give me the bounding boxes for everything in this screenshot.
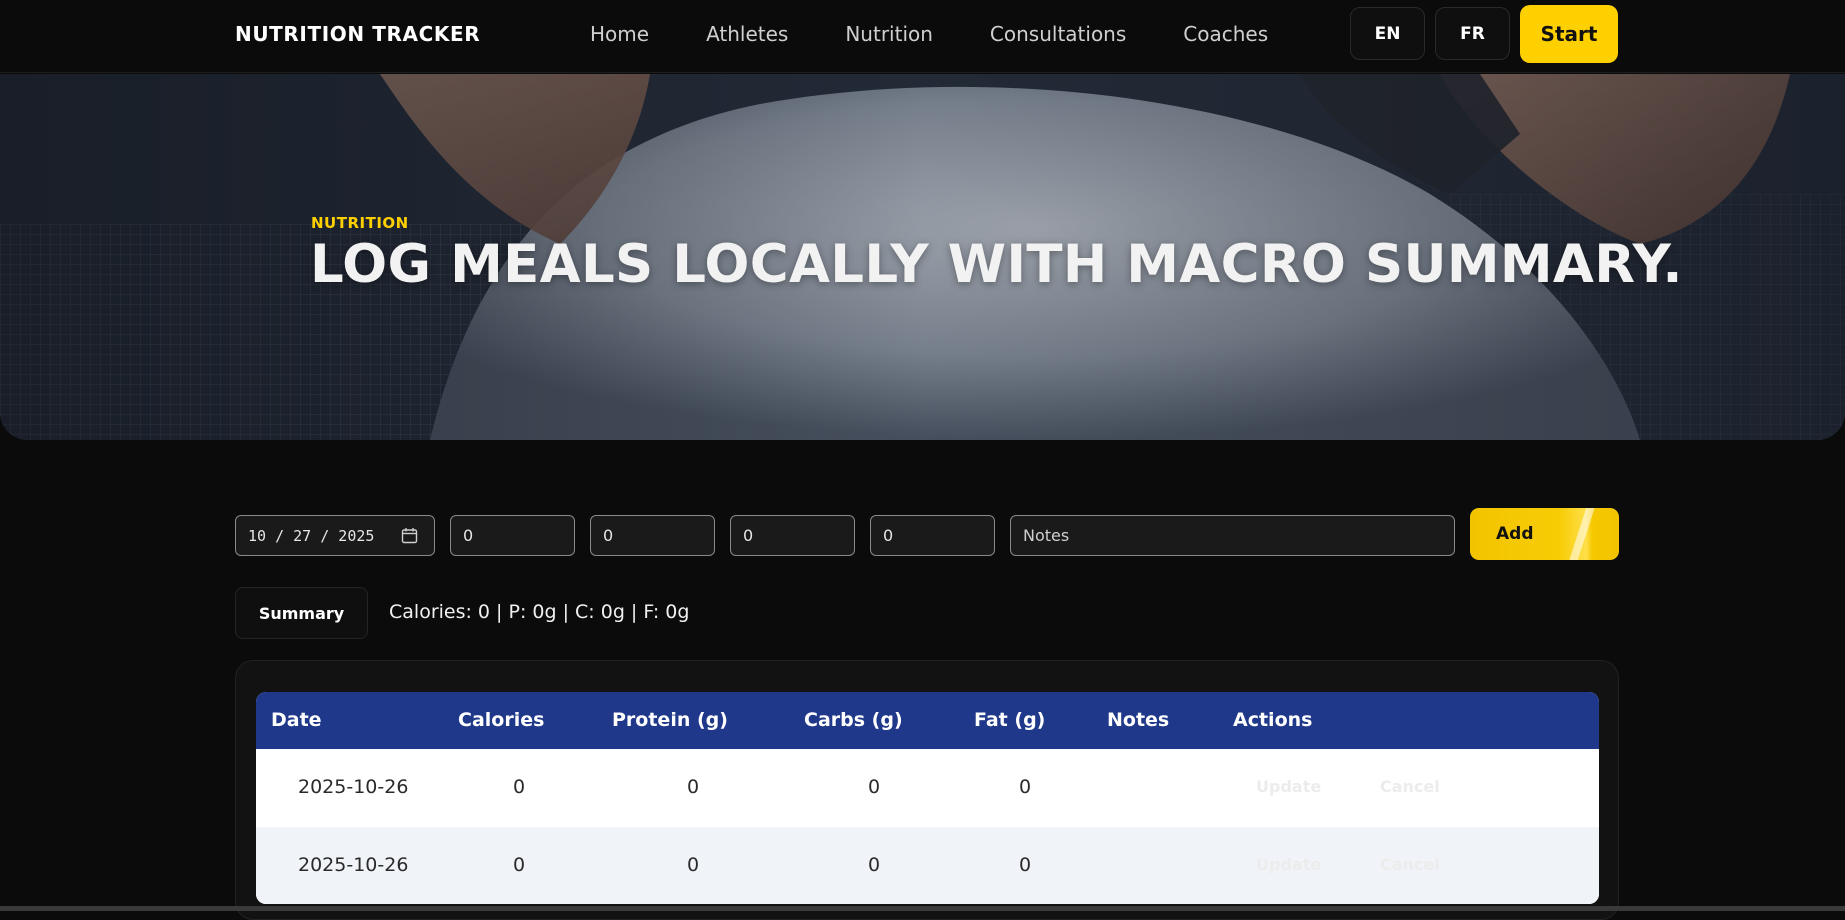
nav-link-coaches[interactable]: Coaches	[1183, 22, 1268, 46]
header-protein: Protein (g)	[612, 709, 728, 731]
header-actions: Actions	[1233, 709, 1313, 731]
cell-date: 2025-10-26	[298, 776, 409, 798]
header-date: Date	[271, 709, 322, 731]
header-carbs: Carbs (g)	[804, 709, 903, 731]
header-calories: Calories	[458, 709, 545, 731]
button-shine	[1568, 508, 1596, 560]
cell-protein: 0	[686, 776, 700, 798]
date-input[interactable]: 10 / 27 / 2025	[235, 515, 435, 556]
hero-eyebrow: NUTRITION	[311, 214, 409, 232]
meal-log-table: Date Calories Protein (g) Carbs (g) Fat …	[256, 692, 1599, 904]
nav-links: Home Athletes Nutrition Consultations Co…	[590, 22, 1325, 46]
update-button[interactable]: Update	[1256, 855, 1321, 874]
horizontal-scrollbar[interactable]	[0, 906, 1845, 911]
update-button[interactable]: Update	[1256, 777, 1321, 796]
header-fat: Fat (g)	[974, 709, 1046, 731]
nav-link-athletes[interactable]: Athletes	[706, 22, 788, 46]
cell-calories: 0	[512, 854, 526, 876]
calendar-icon[interactable]	[401, 527, 418, 544]
cell-date: 2025-10-26	[298, 854, 409, 876]
table-row: 2025-10-26 0 0 0 0 Update Cancel	[256, 749, 1599, 827]
language-en-button[interactable]: EN	[1350, 7, 1425, 60]
notes-input[interactable]: Notes	[1010, 515, 1455, 556]
header-notes: Notes	[1107, 709, 1170, 731]
cell-carbs: 0	[867, 776, 881, 798]
cancel-button[interactable]: Cancel	[1380, 777, 1440, 796]
add-button-label: Add	[1496, 524, 1534, 544]
nav-link-home[interactable]: Home	[590, 22, 649, 46]
nav-link-nutrition[interactable]: Nutrition	[845, 22, 933, 46]
carbs-input[interactable]: 0	[730, 515, 855, 556]
fat-input[interactable]: 0	[870, 515, 995, 556]
cell-fat: 0	[1018, 776, 1032, 798]
start-button[interactable]: Start	[1520, 5, 1618, 63]
nav-link-consultations[interactable]: Consultations	[990, 22, 1126, 46]
cell-protein: 0	[686, 854, 700, 876]
summary-button[interactable]: Summary	[235, 587, 368, 639]
cell-carbs: 0	[867, 854, 881, 876]
hero-title: LOG MEALS LOCALLY WITH MACRO SUMMARY.	[310, 234, 1683, 295]
cell-fat: 0	[1018, 854, 1032, 876]
protein-input[interactable]: 0	[590, 515, 715, 556]
add-button[interactable]: Add	[1470, 508, 1619, 560]
table-row: 2025-10-26 0 0 0 0 Update Cancel	[256, 827, 1599, 904]
hero-banner: NUTRITION LOG MEALS LOCALLY WITH MACRO S…	[0, 74, 1845, 440]
brand-logo-text[interactable]: NUTRITION TRACKER	[235, 22, 480, 46]
calories-input[interactable]: 0	[450, 515, 575, 556]
cancel-button[interactable]: Cancel	[1380, 855, 1440, 874]
macro-summary-text: Calories: 0 | P: 0g | C: 0g | F: 0g	[389, 601, 690, 623]
date-input-value: 10 / 27 / 2025	[248, 526, 375, 545]
table-header: Date Calories Protein (g) Carbs (g) Fat …	[256, 692, 1599, 749]
cell-calories: 0	[512, 776, 526, 798]
top-navbar: NUTRITION TRACKER Home Athletes Nutritio…	[0, 0, 1845, 73]
language-fr-button[interactable]: FR	[1435, 7, 1510, 60]
